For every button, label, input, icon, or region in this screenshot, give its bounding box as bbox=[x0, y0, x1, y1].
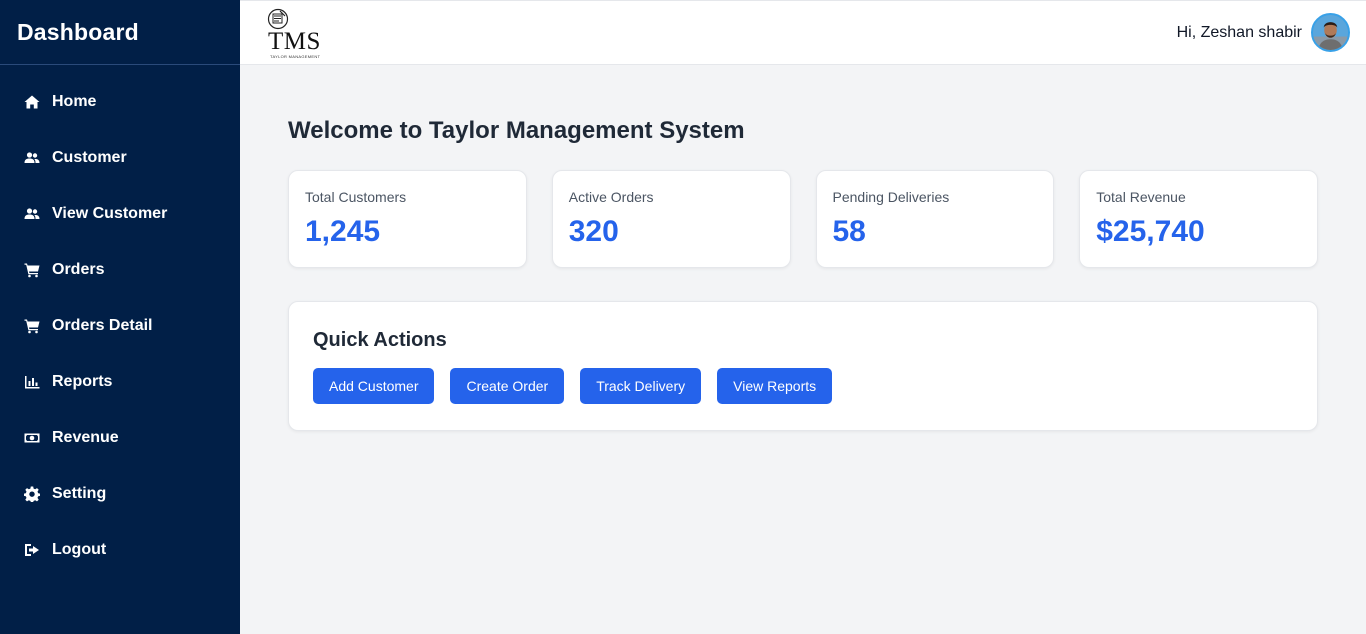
stat-card-pending-deliveries: Pending Deliveries 58 bbox=[815, 170, 1055, 268]
quick-actions-title: Quick Actions bbox=[313, 329, 447, 351]
cart-icon bbox=[24, 262, 40, 278]
sidebar-item-label: Reports bbox=[52, 373, 113, 390]
user-greeting: Hi, Zeshan shabir bbox=[1176, 23, 1302, 41]
sidebar-item-view-customer[interactable]: View Customer bbox=[0, 186, 240, 242]
sidebar-brand: Dashboard bbox=[0, 0, 240, 65]
track-delivery-button[interactable]: Track Delivery bbox=[580, 368, 702, 404]
logo-mark-icon bbox=[267, 8, 289, 30]
sidebar-item-label: Setting bbox=[52, 485, 107, 502]
stat-cards: Total Customers 1,245 Active Orders 320 … bbox=[288, 170, 1318, 268]
sidebar-item-label: Orders bbox=[52, 261, 105, 278]
sidebar-item-revenue[interactable]: Revenue bbox=[0, 410, 240, 466]
view-reports-button[interactable]: View Reports bbox=[717, 368, 833, 404]
sidebar-item-label: View Customer bbox=[52, 205, 168, 222]
stat-card-active-orders: Active Orders 320 bbox=[551, 170, 791, 268]
logout-icon bbox=[24, 542, 40, 558]
sidebar-item-label: Customer bbox=[52, 149, 127, 166]
stat-value: 320 bbox=[568, 215, 619, 248]
sidebar-nav: Home Customer View Customer Orders Order… bbox=[0, 65, 240, 578]
stat-value: 58 bbox=[832, 215, 866, 248]
sidebar: Dashboard Home Customer View Customer Or… bbox=[0, 0, 240, 634]
logo-subtitle: TAYLOR MANAGEMENT bbox=[270, 54, 321, 59]
sidebar-item-label: Logout bbox=[52, 541, 107, 558]
gear-icon bbox=[24, 486, 40, 502]
sidebar-item-logout[interactable]: Logout bbox=[0, 522, 240, 578]
stat-card-total-customers: Total Customers 1,245 bbox=[288, 170, 527, 268]
quick-actions-panel: Quick Actions Add Customer Create Order … bbox=[288, 301, 1318, 431]
avatar[interactable] bbox=[1311, 13, 1350, 52]
sidebar-item-home[interactable]: Home bbox=[0, 74, 240, 130]
stat-value: 1,245 bbox=[305, 215, 381, 248]
stat-label: Total Revenue bbox=[1096, 189, 1186, 205]
logo[interactable]: TMS TAYLOR MANAGEMENT bbox=[266, 8, 326, 60]
sidebar-item-orders-detail[interactable]: Orders Detail bbox=[0, 298, 240, 354]
main-content: Welcome to Taylor Management System Tota… bbox=[288, 65, 1318, 431]
stat-label: Pending Deliveries bbox=[832, 189, 950, 205]
sidebar-item-reports[interactable]: Reports bbox=[0, 354, 240, 410]
home-icon bbox=[24, 94, 40, 110]
sidebar-item-orders[interactable]: Orders bbox=[0, 242, 240, 298]
stat-card-total-revenue: Total Revenue $25,740 bbox=[1079, 170, 1318, 268]
users-icon bbox=[24, 150, 40, 166]
sidebar-item-setting[interactable]: Setting bbox=[0, 466, 240, 522]
money-icon bbox=[24, 430, 40, 446]
page-title: Welcome to Taylor Management System bbox=[288, 117, 745, 144]
bar-chart-icon bbox=[24, 374, 40, 390]
sidebar-item-label: Home bbox=[52, 93, 97, 110]
sidebar-item-label: Orders Detail bbox=[52, 317, 153, 334]
top-header: TMS TAYLOR MANAGEMENT Hi, Zeshan shabir bbox=[240, 0, 1366, 65]
stat-label: Total Customers bbox=[305, 189, 407, 205]
create-order-button[interactable]: Create Order bbox=[450, 368, 565, 404]
logo-text: TMS bbox=[268, 28, 321, 55]
sidebar-item-customer[interactable]: Customer bbox=[0, 130, 240, 186]
users-icon bbox=[24, 206, 40, 222]
cart-icon bbox=[24, 318, 40, 334]
add-customer-button[interactable]: Add Customer bbox=[313, 368, 435, 404]
stat-value: $25,740 bbox=[1096, 215, 1205, 248]
user-menu[interactable]: Hi, Zeshan shabir bbox=[1177, 13, 1350, 52]
sidebar-item-label: Revenue bbox=[52, 429, 119, 446]
stat-label: Active Orders bbox=[568, 189, 654, 205]
quick-actions-buttons: Add Customer Create Order Track Delivery… bbox=[313, 368, 1293, 404]
sidebar-title: Dashboard bbox=[17, 18, 139, 45]
